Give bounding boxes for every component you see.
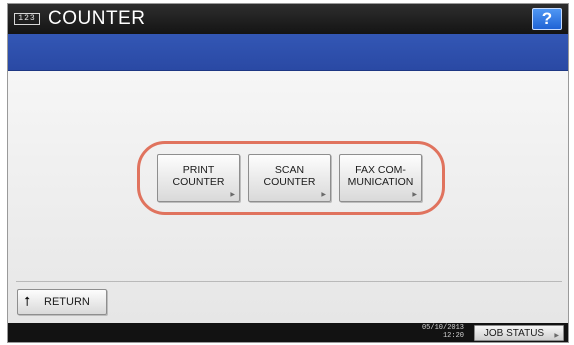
message-bar (8, 34, 568, 71)
scan-counter-label: SCAN COUNTER (263, 164, 316, 188)
job-status-button[interactable]: JOB STATUS ▶ (474, 325, 564, 341)
main-panel: PRINT COUNTER ▶ SCAN COUNTER ▶ FAX COM- … (8, 71, 568, 323)
page-title: COUNTER (48, 8, 146, 29)
date-text: 05/10/2013 (421, 324, 464, 332)
title-bar: 123 COUNTER ? (8, 4, 568, 34)
fax-communication-label: FAX COM- MUNICATION (347, 164, 414, 188)
print-counter-label: PRINT COUNTER (172, 164, 225, 188)
datetime: 05/10/2013 12:20 (408, 324, 464, 340)
return-button[interactable]: ⭡ RETURN (17, 289, 107, 315)
fax-communication-button[interactable]: FAX COM- MUNICATION ▶ (339, 154, 422, 202)
triangle-right-icon: ▶ (230, 192, 235, 198)
triangle-right-icon: ▶ (321, 192, 326, 198)
counter-icon: 123 (14, 13, 40, 25)
return-arrow-icon: ⭡ (24, 294, 31, 309)
print-counter-button[interactable]: PRINT COUNTER ▶ (157, 154, 240, 202)
divider (16, 281, 562, 282)
time-text: 12:20 (442, 332, 464, 340)
job-status-label: JOB STATUS (483, 328, 545, 339)
copier-screen: 123 COUNTER ? PRINT COUNTER ▶ SCAN COUNT… (8, 4, 568, 342)
triangle-right-icon: ▶ (554, 333, 559, 339)
help-button[interactable]: ? (532, 8, 562, 30)
scan-counter-button[interactable]: SCAN COUNTER ▶ (248, 154, 331, 202)
triangle-right-icon: ▶ (412, 192, 417, 198)
status-bar: 05/10/2013 12:20 JOB STATUS ▶ (8, 323, 568, 342)
return-label: RETURN (44, 296, 90, 308)
